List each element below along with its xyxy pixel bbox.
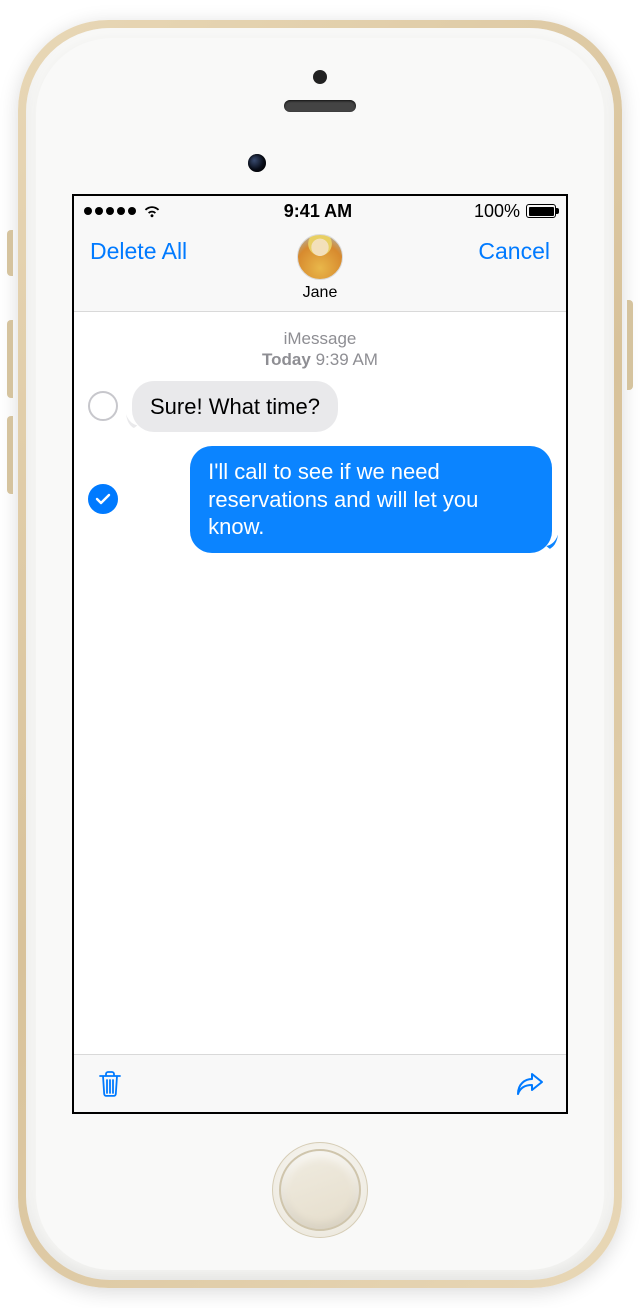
service-label: iMessage — [74, 328, 566, 349]
signal-strength-icon — [84, 207, 136, 215]
cancel-button[interactable]: Cancel — [478, 238, 550, 265]
proximity-sensor — [313, 70, 327, 84]
message-row[interactable]: I'll call to see if we need reservations… — [88, 446, 552, 553]
power-button — [627, 300, 633, 390]
delete-all-button[interactable]: Delete All — [90, 238, 187, 265]
forward-button[interactable] — [514, 1068, 546, 1100]
sent-message-bubble: I'll call to see if we need reservations… — [190, 446, 552, 553]
message-row[interactable]: Sure! What time? — [88, 381, 552, 433]
battery-icon — [526, 204, 556, 218]
message-list: Sure! What time? I'll call to see if we … — [74, 381, 566, 1055]
received-message-bubble: Sure! What time? — [132, 381, 338, 433]
volume-down-button — [7, 416, 13, 494]
screen: 9:41 AM 100% Delete All Jane C — [72, 194, 568, 1114]
home-button[interactable] — [272, 1142, 368, 1238]
mute-switch — [7, 230, 13, 276]
wifi-icon — [142, 204, 162, 218]
bottom-toolbar — [74, 1054, 566, 1112]
earpiece-speaker — [284, 100, 356, 112]
volume-up-button — [7, 320, 13, 398]
status-time: 9:41 AM — [284, 201, 352, 222]
contact-name-label: Jane — [303, 284, 338, 302]
contact-avatar[interactable] — [297, 234, 343, 280]
share-icon — [514, 1068, 546, 1100]
status-bar: 9:41 AM 100% — [74, 196, 566, 226]
conversation-timestamp: iMessage Today 9:39 AM — [74, 312, 566, 381]
selection-circle[interactable] — [88, 484, 118, 514]
trash-icon — [94, 1068, 126, 1100]
timestamp-time: 9:39 AM — [316, 350, 378, 369]
battery-percentage: 100% — [474, 201, 520, 222]
front-camera — [248, 154, 266, 172]
trash-button[interactable] — [94, 1068, 126, 1100]
timestamp-day: Today — [262, 350, 311, 369]
selection-circle[interactable] — [88, 391, 118, 421]
iphone-device-frame: 9:41 AM 100% Delete All Jane C — [18, 20, 622, 1288]
navigation-bar: Delete All Jane Cancel — [74, 226, 566, 312]
